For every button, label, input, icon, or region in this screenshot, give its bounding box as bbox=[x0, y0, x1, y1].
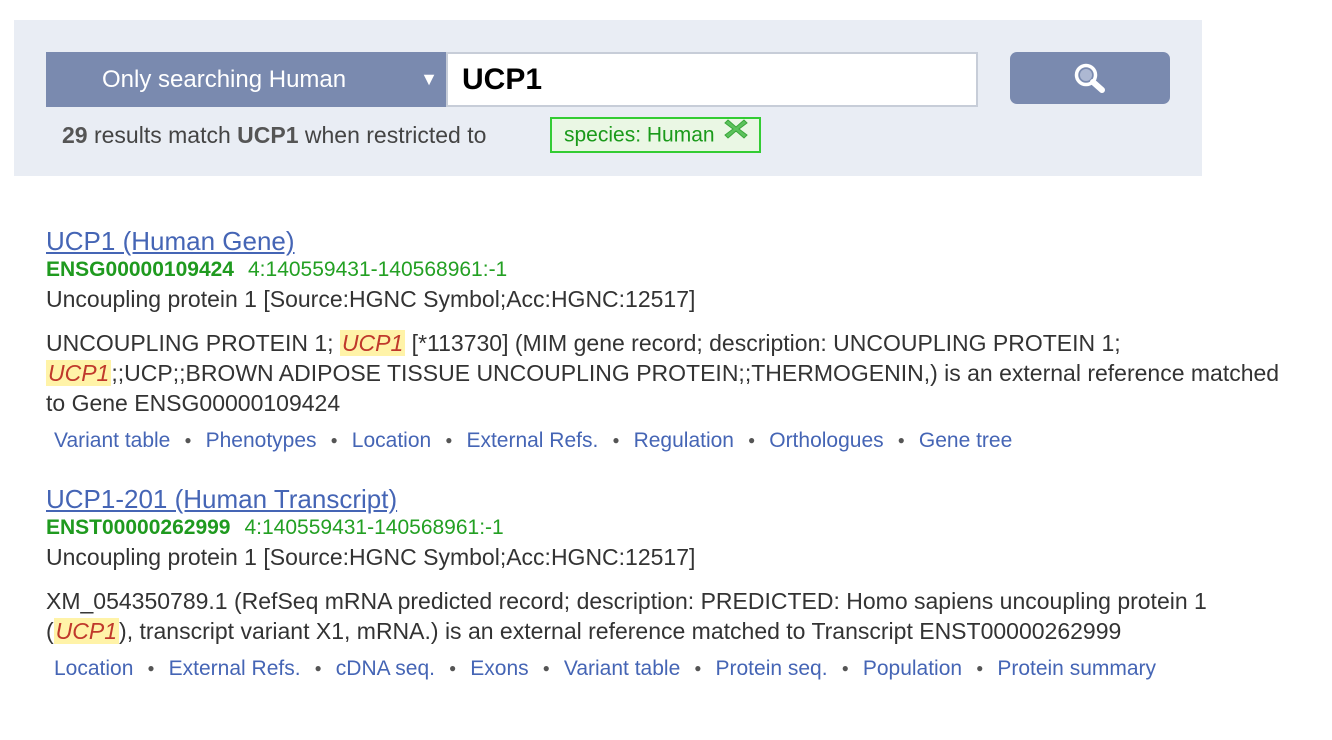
separator-dot: ● bbox=[184, 433, 192, 447]
separator-dot: ● bbox=[747, 433, 756, 447]
result-description: Uncoupling protein 1 [Source:HGNC Symbol… bbox=[46, 544, 696, 570]
query-highlight: UCP1 bbox=[339, 330, 406, 356]
link-external-refs[interactable]: External Refs. bbox=[169, 657, 301, 680]
stable-id: ENST00000262999 bbox=[46, 516, 231, 539]
separator-dot: ● bbox=[841, 661, 849, 675]
summary-query: UCP1 bbox=[237, 122, 299, 148]
separator-dot: ● bbox=[612, 433, 620, 447]
result-ids: ENST00000262999 4:140559431-140568961:-1 bbox=[46, 514, 1286, 542]
link-cdna-seq[interactable]: cDNA seq. bbox=[336, 657, 435, 680]
separator-dot: ● bbox=[542, 661, 550, 675]
link-orthologues[interactable]: Orthologues bbox=[769, 429, 883, 452]
result-description: Uncoupling protein 1 [Source:HGNC Symbol… bbox=[46, 286, 696, 312]
link-regulation[interactable]: Regulation bbox=[634, 429, 734, 452]
link-population[interactable]: Population bbox=[863, 657, 962, 680]
result-links: Variant table ● Phenotypes ● Location ● Extern… bbox=[54, 426, 1286, 458]
separator-dot: ● bbox=[147, 661, 155, 675]
xref-text: UNCOUPLING PROTEIN 1; bbox=[46, 330, 340, 356]
result-title-link[interactable]: UCP1 (Human Gene) bbox=[46, 226, 295, 256]
separator-dot: ● bbox=[314, 661, 322, 675]
xref-description: XM_054350789.1 (RefSeq mRNA predicted re… bbox=[46, 586, 1286, 646]
link-protein-seq[interactable]: Protein seq. bbox=[716, 657, 828, 680]
xref-text: [*113730] (MIM gene record; description:… bbox=[405, 330, 1121, 356]
link-variant-table[interactable]: Variant table bbox=[54, 429, 170, 452]
remove-x-icon[interactable] bbox=[723, 117, 749, 151]
separator-dot: ● bbox=[445, 433, 453, 447]
query-highlight: UCP1 bbox=[53, 618, 120, 644]
search-button[interactable] bbox=[1010, 52, 1170, 104]
result-item: UCP1-201 (Human Transcript) ENST00000262… bbox=[46, 484, 1286, 686]
link-protein-summary[interactable]: Protein summary bbox=[997, 657, 1156, 680]
species-filter-tag[interactable]: species: Human bbox=[550, 117, 761, 153]
link-gene-tree[interactable]: Gene tree bbox=[919, 429, 1012, 452]
link-location[interactable]: Location bbox=[352, 429, 431, 452]
summary-text: results match bbox=[93, 122, 231, 148]
result-title-link[interactable]: UCP1-201 (Human Transcript) bbox=[46, 484, 397, 514]
magnifier-icon bbox=[1074, 63, 1105, 93]
separator-dot: ● bbox=[449, 661, 457, 675]
search-panel: Only searching Human ▼ 29 results match … bbox=[14, 20, 1202, 176]
separator-dot: ● bbox=[694, 661, 702, 675]
stable-id: ENSG00000109424 bbox=[46, 258, 234, 281]
species-dropdown[interactable]: Only searching Human ▼ bbox=[46, 52, 446, 107]
separator-dot: ● bbox=[976, 661, 984, 675]
link-location[interactable]: Location bbox=[54, 657, 133, 680]
summary-tail: when restricted to bbox=[304, 122, 487, 148]
xref-text: ;;UCP;;BROWN ADIPOSE TISSUE UNCOUPLING P… bbox=[46, 360, 1280, 416]
link-phenotypes[interactable]: Phenotypes bbox=[206, 429, 317, 452]
link-exons[interactable]: Exons bbox=[470, 657, 528, 680]
result-count: 29 bbox=[62, 122, 88, 148]
species-dropdown-label: Only searching Human bbox=[102, 66, 347, 93]
separator-dot: ● bbox=[330, 433, 338, 447]
result-item: UCP1 (Human Gene) ENSG00000109424 4:14055… bbox=[46, 226, 1286, 458]
result-links: Location ● External Refs. ● cDNA seq. ● Exons ●… bbox=[54, 654, 1286, 686]
genomic-location: 4:140559431-140568961:-1 bbox=[244, 516, 504, 539]
triangle-down-icon: ▼ bbox=[420, 69, 438, 89]
xref-text: ), transcript variant X1, mRNA.) is an e… bbox=[119, 618, 1122, 644]
xref-description: UNCOUPLING PROTEIN 1; UCP1 [*113730] (MI… bbox=[46, 328, 1286, 418]
separator-dot: ● bbox=[897, 433, 905, 447]
result-summary: 29 results match UCP1 when restricted to bbox=[62, 120, 486, 150]
link-variant-table[interactable]: Variant table bbox=[564, 657, 680, 680]
genomic-location: 4:140559431-140568961:-1 bbox=[248, 258, 508, 281]
link-external-refs[interactable]: External Refs. bbox=[466, 429, 598, 452]
result-ids: ENSG00000109424 4:140559431-140568961:-1 bbox=[46, 256, 1286, 284]
filter-tag-label: species: Human bbox=[564, 123, 715, 147]
query-highlight: UCP1 bbox=[46, 360, 112, 386]
search-input[interactable] bbox=[446, 52, 978, 107]
